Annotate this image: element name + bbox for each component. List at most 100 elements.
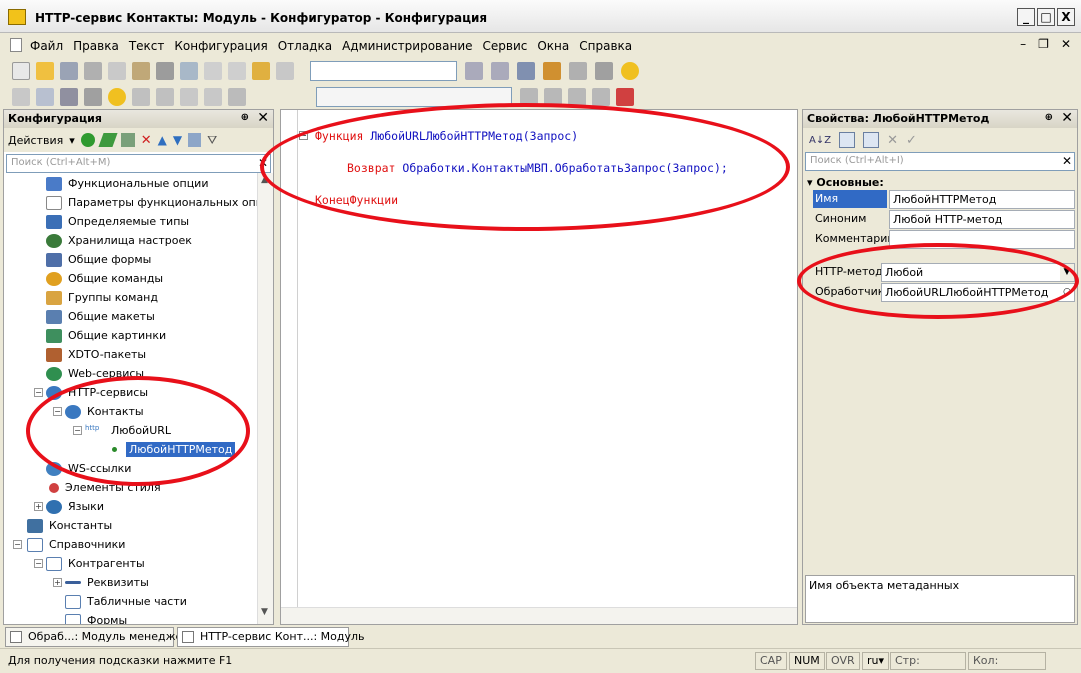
move-down-icon[interactable]: ▼ [173,133,182,147]
module-icon[interactable] [12,88,30,106]
actions-menu[interactable]: Действия [8,134,63,147]
search-icon[interactable] [276,62,294,80]
pin-icon[interactable]: ⊕ [241,112,249,123]
sort-icon[interactable] [188,133,202,147]
menu-administration[interactable]: Администрирование [342,39,472,53]
section-header[interactable]: ▾ Основные: [807,176,884,189]
editor-hscrollbar[interactable] [281,607,797,624]
uncomment-icon[interactable] [204,88,222,106]
menu-file[interactable]: Файл [30,39,63,53]
maximize-button[interactable]: □ [1037,8,1055,26]
add-icon[interactable] [80,133,95,147]
tree-item-common-templates[interactable]: Общие макеты [46,307,155,326]
tree-scrollbar[interactable]: ▲ ▼ [257,173,273,624]
tree-item-contractors[interactable]: − Контрагенты [34,554,145,573]
search-combo[interactable] [310,61,457,81]
outdent-icon[interactable] [156,88,174,106]
copy-item-icon[interactable] [120,133,135,147]
tree-item-attributes[interactable]: + Реквизиты [53,573,149,592]
indent-icon[interactable] [132,88,150,106]
menu-debug[interactable]: Отладка [278,39,332,53]
tree-item-table-parts[interactable]: Табличные части [65,592,187,611]
tree-item-xdto[interactable]: XDTO-пакеты [46,345,146,364]
tree-item-functional-options[interactable]: Функциональные опции [46,174,208,193]
menu-configuration[interactable]: Конфигурация [174,39,267,53]
find-prev-icon[interactable] [491,62,509,80]
collapse-icon[interactable]: − [34,388,43,397]
undo-icon[interactable] [204,62,222,80]
wizard-icon[interactable] [543,62,561,80]
properties-search-input[interactable]: Поиск (Ctrl+Alt+I) ✕ [805,152,1075,171]
mdi-restore-icon[interactable]: ❐ [1038,37,1049,51]
table-icon[interactable] [84,88,102,106]
menu-windows[interactable]: Окна [537,39,569,53]
tab-manager-module[interactable]: Обраб...: Модуль менеджера [5,627,196,647]
new-icon[interactable] [12,62,30,80]
mdi-close-icon[interactable]: ✕ [1061,37,1071,51]
collapse-icon[interactable]: − [13,540,22,549]
config-icon[interactable] [36,88,54,106]
tree-item-common-commands[interactable]: Общие команды [46,269,163,288]
syntax-icon[interactable] [569,62,587,80]
tree-search-input[interactable]: Поиск (Ctrl+Alt+M) ✕ [6,154,271,173]
minimize-button[interactable]: _ [1017,8,1035,26]
menu-text[interactable]: Текст [129,39,165,53]
menu-edit[interactable]: Правка [73,39,119,53]
tree-item-forms[interactable]: Формы [65,611,127,624]
prop-name-field[interactable]: ЛюбойHTTPМетод [889,190,1075,209]
run-icon[interactable] [108,88,126,106]
apply-icon[interactable]: ✓ [906,133,917,148]
paste-icon[interactable] [132,62,150,80]
tab-http-service-module[interactable]: HTTP-сервис Конт...: Модуль [177,627,365,647]
close-button[interactable]: X [1057,8,1075,26]
copy-icon[interactable] [108,62,126,80]
tree-item-constants[interactable]: Константы [27,516,112,535]
open-icon[interactable] [36,62,54,80]
cut-icon[interactable] [84,62,102,80]
status-language[interactable]: ru▾ [862,652,890,670]
menu-service[interactable]: Сервис [483,39,528,53]
tree-item-command-groups[interactable]: Группы команд [46,288,158,307]
tree-item-fo-params[interactable]: Параметры функциональных опций [46,193,259,212]
info-icon[interactable] [621,62,639,80]
help-book-icon[interactable] [595,62,613,80]
redo-icon[interactable] [228,62,246,80]
filter-icon[interactable]: ⛛ [207,133,217,148]
menu-help[interactable]: Справка [579,39,632,53]
close-panel-icon[interactable]: ✕ [1061,110,1073,126]
tree-item-languages[interactable]: + Языки [34,497,104,516]
tree-item-defined-types[interactable]: Определяемые типы [46,212,189,231]
expand-icon[interactable]: + [34,502,43,511]
format-icon[interactable] [228,88,246,106]
edit-icon[interactable] [98,133,118,147]
window-icon[interactable] [517,62,535,80]
delete-icon[interactable]: ✕ [141,133,152,148]
prop-synonym-field[interactable]: Любой HTTP-метод [889,210,1075,229]
comment-icon[interactable] [180,88,198,106]
find-icon[interactable] [252,62,270,80]
tree-item-common-forms[interactable]: Общие формы [46,250,151,269]
tree-item-settings-storages[interactable]: Хранилища настроек [46,231,192,250]
tree-item-catalogs[interactable]: − Справочники [13,535,125,554]
close-panel-icon[interactable]: ✕ [257,110,269,126]
cancel-icon[interactable]: ✕ [887,133,898,148]
preview-icon[interactable] [180,62,198,80]
collapse-icon[interactable]: − [34,559,43,568]
mdi-minimize-icon[interactable]: – [1020,37,1026,51]
tree-item-common-pictures[interactable]: Общие картинки [46,326,166,345]
save-icon[interactable] [60,62,78,80]
expand-icon[interactable]: + [53,578,62,587]
print-icon[interactable] [156,62,174,80]
dropdown-arrow-icon[interactable]: ▾ [69,134,75,147]
filter-props-icon[interactable] [863,132,880,148]
pin-icon[interactable]: ⊕ [1045,112,1053,123]
find-next-icon[interactable] [465,62,483,80]
bookmark-icon[interactable] [592,88,610,106]
clear-search-icon[interactable]: ✕ [1062,154,1072,168]
categories-icon[interactable] [839,132,856,148]
db-icon[interactable] [60,88,78,106]
sort-alpha-icon[interactable]: A↓Z [809,135,831,146]
scroll-down-icon[interactable]: ▼ [261,607,268,617]
debug-icon[interactable] [616,88,634,106]
move-up-icon[interactable]: ▲ [158,133,167,147]
